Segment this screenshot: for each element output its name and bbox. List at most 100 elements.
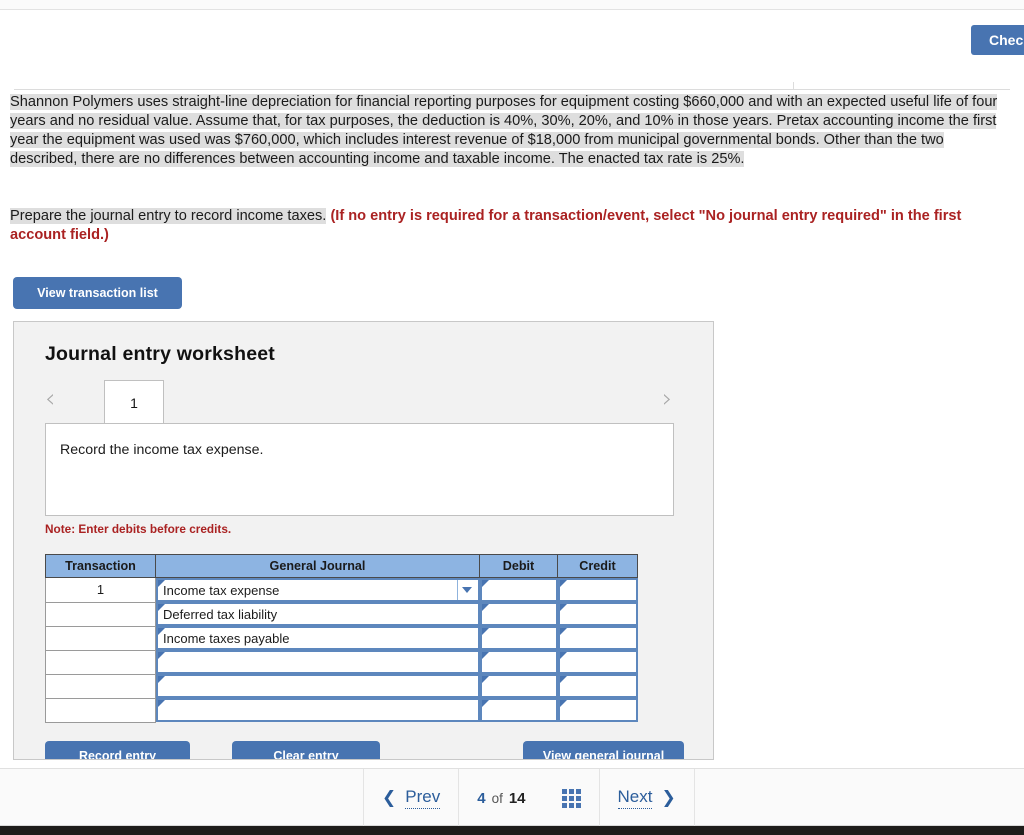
check-button[interactable]: Check: [971, 25, 1024, 55]
cell-account-5: [155, 674, 480, 698]
journal-table-header-row: Transaction General Journal Debit Credit: [45, 554, 638, 578]
cell-account-1: Income tax expense: [155, 577, 480, 602]
debit-6-input[interactable]: [479, 698, 558, 722]
debit-1-input[interactable]: [479, 578, 558, 602]
table-row: Income taxes payable: [45, 625, 638, 651]
table-row: 1 Income tax expense: [45, 577, 638, 603]
cell-credit-3: [557, 626, 638, 650]
cell-account-3: Income taxes payable: [155, 626, 480, 650]
account-1-value: Income tax expense: [163, 583, 280, 598]
problem-statement-text: Shannon Polymers uses straight-line depr…: [10, 94, 998, 167]
view-transaction-list-button[interactable]: View transaction list: [13, 277, 182, 309]
record-entry-button[interactable]: Record entry: [45, 741, 190, 759]
nav-divider-right: [693, 769, 695, 827]
worksheet-tab-1[interactable]: 1: [104, 380, 164, 424]
cell-corner-marker-icon: [481, 700, 489, 707]
table-row: [45, 673, 638, 699]
cell-transaction: [45, 649, 156, 675]
table-row: [45, 649, 638, 675]
cell-corner-marker-icon: [559, 700, 567, 707]
problem-statement: Shannon Polymers uses straight-line depr…: [10, 93, 1014, 169]
column-header-transaction: Transaction: [45, 554, 156, 578]
cell-transaction: [45, 697, 156, 723]
column-header-credit: Credit: [557, 554, 638, 578]
previous-entry-chevron-icon[interactable]: ‹: [45, 386, 55, 412]
cell-corner-marker-icon: [559, 676, 567, 683]
worksheet-tab-strip: ‹ 1 ›: [45, 380, 695, 424]
cell-credit-5: [557, 674, 638, 698]
column-header-debit: Debit: [479, 554, 558, 578]
total-page-count: 14: [508, 789, 526, 807]
credit-6-input[interactable]: [557, 698, 638, 722]
header-divider-tick: [793, 82, 794, 90]
credit-5-input[interactable]: [557, 674, 638, 698]
cell-credit-2: [557, 602, 638, 626]
journal-entry-worksheet-panel: Journal entry worksheet ‹ 1 › Record the…: [13, 321, 714, 760]
account-6-input[interactable]: [156, 698, 480, 722]
credit-4-input[interactable]: [557, 650, 638, 674]
bottom-navigation-bar: ❮ Prev 4 of 14 Next ❯: [0, 768, 1024, 827]
credit-3-input[interactable]: [557, 626, 638, 650]
worksheet-title: Journal entry worksheet: [45, 343, 276, 365]
account-dropdown-chevron-down-icon[interactable]: [456, 580, 476, 600]
journal-entry-table: Transaction General Journal Debit Credit…: [45, 554, 638, 723]
page-of-label: of: [491, 790, 503, 806]
cell-corner-marker-icon: [481, 652, 489, 659]
debits-before-credits-note: Note: Enter debits before credits.: [45, 522, 232, 536]
top-strip: [0, 0, 1024, 10]
cell-credit-6: [557, 698, 638, 722]
next-arrow-icon: ❯: [661, 788, 676, 808]
cell-account-2: Deferred tax liability: [155, 602, 480, 626]
account-2-value: Deferred tax liability: [163, 607, 278, 622]
table-row: [45, 697, 638, 723]
header-divider: [14, 89, 1010, 90]
cell-corner-marker-icon: [481, 676, 489, 683]
cell-transaction: [45, 673, 156, 699]
requirement-block: Prepare the journal entry to record inco…: [10, 207, 1014, 245]
question-grid-icon[interactable]: [561, 788, 581, 808]
next-entry-chevron-icon[interactable]: ›: [662, 386, 672, 412]
account-3-input[interactable]: Income taxes payable: [156, 626, 480, 650]
page-indicator-cell: 4 of 14: [459, 769, 543, 827]
clear-entry-button[interactable]: Clear entry: [232, 741, 380, 759]
cell-debit-2: [479, 602, 558, 626]
debit-3-input[interactable]: [479, 626, 558, 650]
next-page-button[interactable]: Next ❯: [617, 787, 676, 809]
question-grid-cell[interactable]: [544, 769, 599, 827]
requirement-plain-text: Prepare the journal entry to record inco…: [10, 208, 327, 224]
debit-2-input[interactable]: [479, 602, 558, 626]
account-4-input[interactable]: [156, 650, 480, 674]
credit-2-input[interactable]: [557, 602, 638, 626]
cell-debit-6: [479, 698, 558, 722]
cell-credit-1: [557, 577, 638, 602]
cell-account-4: [155, 650, 480, 674]
view-general-journal-button[interactable]: View general journal: [523, 741, 684, 759]
account-2-input[interactable]: Deferred tax liability: [156, 602, 480, 626]
account-3-value: Income taxes payable: [163, 631, 290, 646]
prev-arrow-icon: ❮: [382, 788, 397, 808]
cell-corner-marker-icon: [559, 604, 567, 611]
pagination-controls: ❮ Prev 4 of 14 Next ❯: [363, 769, 695, 827]
account-1-input[interactable]: Income tax expense: [156, 578, 480, 602]
debit-4-input[interactable]: [479, 650, 558, 674]
cell-debit-3: [479, 626, 558, 650]
cell-corner-marker-icon: [481, 628, 489, 635]
prev-page-cell[interactable]: ❮ Prev: [364, 769, 458, 827]
account-5-input[interactable]: [156, 674, 480, 698]
credit-1-input[interactable]: [557, 578, 638, 602]
prev-page-label: Prev: [405, 787, 441, 809]
worksheet-prompt-text: Record the income tax expense.: [60, 442, 264, 458]
debit-5-input[interactable]: [479, 674, 558, 698]
horizontal-scrollbar-track[interactable]: [0, 826, 1024, 835]
cell-corner-marker-icon: [559, 580, 567, 587]
cell-debit-5: [479, 674, 558, 698]
prev-page-button[interactable]: ❮ Prev: [382, 787, 441, 809]
cell-transaction: [45, 601, 156, 627]
page-indicator: 4 of 14: [477, 790, 525, 807]
journal-table-body: 1 Income tax expense Deferred tax liabilit…: [45, 577, 638, 723]
next-page-cell[interactable]: Next ❯: [600, 769, 694, 827]
cell-corner-marker-icon: [158, 700, 165, 707]
cell-account-6: [155, 698, 480, 722]
cell-transaction: 1: [45, 577, 156, 603]
next-page-label: Next: [617, 787, 653, 809]
